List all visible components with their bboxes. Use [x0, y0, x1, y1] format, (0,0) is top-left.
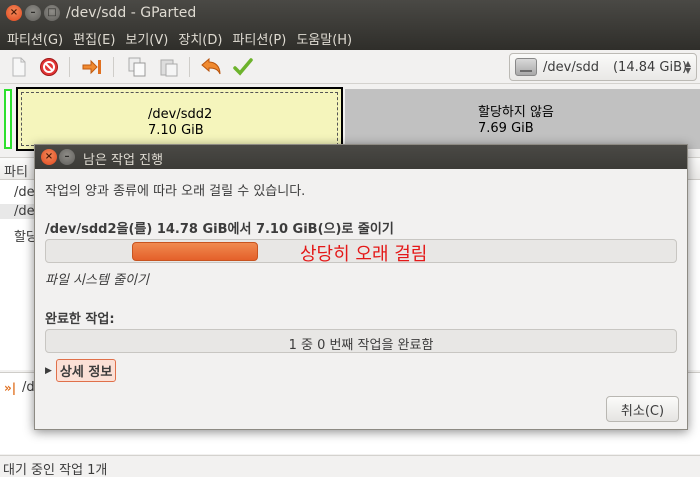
- title-bar: × – □ /dev/sdd - GParted: [0, 0, 700, 26]
- progress-annotation: 상당히 오래 걸림: [300, 244, 428, 265]
- current-operation: /dev/sdd2을(를) 14.78 GiB에서 7.10 GiB(으)로 줄…: [45, 222, 394, 237]
- progress-pulse: [132, 242, 258, 261]
- toolbar-separator: [189, 57, 190, 77]
- completed-progress-bar: 1 중 0 번째 작업을 완료함: [45, 329, 677, 353]
- menu-partition[interactable]: 파티션(P): [229, 29, 293, 48]
- dialog-title: 남은 작업 진행: [83, 153, 164, 168]
- menu-bar: 파티션(G) 편집(E) 보기(V) 장치(D) 파티션(P) 도움말(H): [0, 26, 700, 50]
- menu-edit[interactable]: 편집(E): [70, 29, 122, 48]
- toolbar-separator: [69, 57, 70, 77]
- maximize-window-button[interactable]: □: [44, 5, 60, 21]
- menu-help[interactable]: 도움말(H): [293, 29, 359, 48]
- chevron-updown-icon: ▲ ▼: [684, 59, 691, 75]
- menu-device[interactable]: 장치(D): [175, 29, 229, 48]
- operation-substatus: 파일 시스템 줄이기: [45, 273, 149, 288]
- column-header-partition[interactable]: 파티: [4, 161, 28, 180]
- paste-icon[interactable]: [158, 56, 180, 78]
- close-window-button[interactable]: ×: [6, 5, 22, 21]
- completed-label: 완료한 작업:: [45, 312, 115, 327]
- undo-icon[interactable]: [200, 56, 222, 78]
- minimize-window-button[interactable]: –: [25, 5, 41, 21]
- partition-name: /dev/sdd2: [148, 107, 213, 122]
- status-bar: 대기 중인 작업 1개: [0, 455, 700, 477]
- delete-icon[interactable]: [38, 56, 60, 78]
- window-title: /dev/sdd - GParted: [66, 5, 197, 21]
- copy-icon[interactable]: [126, 56, 148, 78]
- toolbar-separator: [113, 57, 114, 77]
- partition-size: 7.10 GiB: [148, 123, 204, 138]
- dialog-title-bar: × – 남은 작업 진행: [35, 145, 687, 169]
- device-size: (14.84 GiB): [612, 59, 688, 75]
- resize-operation-icon: »|: [4, 381, 17, 395]
- unallocated-size: 7.69 GiB: [478, 121, 534, 136]
- progress-dialog: × – 남은 작업 진행 작업의 양과 종류에 따라 오래 걸릴 수 있습니다.…: [34, 144, 688, 430]
- partition-block-unallocated[interactable]: 할당하지 않음 7.69 GiB: [345, 89, 700, 149]
- details-expander[interactable]: ▶ 상세 정보: [45, 359, 117, 382]
- menu-view[interactable]: 보기(V): [122, 29, 175, 48]
- status-text: 대기 중인 작업 1개: [3, 463, 108, 477]
- details-label: 상세 정보: [55, 359, 117, 382]
- partition-marker: [4, 89, 12, 149]
- resize-move-icon[interactable]: [82, 56, 104, 78]
- completed-text: 1 중 0 번째 작업을 완료함: [288, 338, 434, 353]
- device-select[interactable]: /dev/sdd (14.84 GiB) ▲ ▼: [509, 53, 697, 81]
- toolbar: /dev/sdd (14.84 GiB) ▲ ▼: [0, 50, 700, 84]
- unallocated-label: 할당하지 않음: [478, 105, 554, 120]
- device-name: /dev/sdd: [543, 59, 599, 75]
- expander-arrow-icon: ▶: [45, 365, 52, 376]
- new-icon[interactable]: [8, 56, 30, 78]
- dialog-minimize-button[interactable]: –: [59, 149, 75, 165]
- table-row[interactable]: /de: [14, 185, 35, 200]
- menu-gparted[interactable]: 파티션(G): [4, 29, 70, 48]
- dialog-close-button[interactable]: ×: [41, 149, 57, 165]
- partition-block-sdd2[interactable]: /dev/sdd2 7.10 GiB: [16, 87, 343, 151]
- apply-icon[interactable]: [232, 56, 254, 78]
- operation-progress-bar: 상당히 오래 걸림: [45, 239, 677, 265]
- cancel-button[interactable]: 취소(C): [606, 396, 679, 422]
- dialog-message: 작업의 양과 종류에 따라 오래 걸릴 수 있습니다.: [45, 184, 306, 199]
- drive-icon: [515, 58, 537, 76]
